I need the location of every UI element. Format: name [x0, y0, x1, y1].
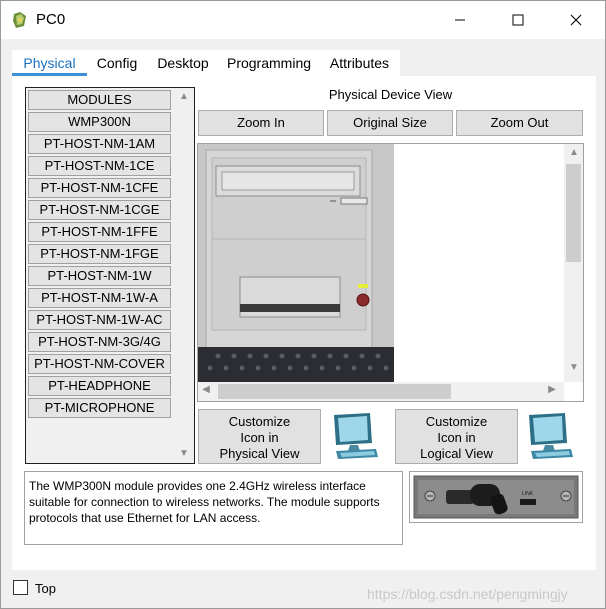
maximize-icon [512, 14, 524, 26]
zoom-out-button[interactable]: Zoom Out [456, 110, 583, 136]
tab-desktop[interactable]: Desktop [147, 50, 219, 76]
customize-logical-icon-button[interactable]: Customize Icon in Logical View [395, 409, 518, 464]
viewport-vertical-scrollbar[interactable]: ▲ ▼ [564, 144, 583, 382]
tab-config[interactable]: Config [87, 50, 147, 76]
minimize-icon [455, 19, 465, 21]
list-item[interactable]: PT-HOST-NM-1AM [28, 134, 171, 154]
tab-physical[interactable]: Physical [12, 50, 87, 76]
top-checkbox[interactable] [13, 580, 28, 595]
viewport-horizontal-scrollbar[interactable]: ◀ ▶ [198, 382, 564, 401]
list-item[interactable]: PT-HOST-NM-1W-A [28, 288, 171, 308]
list-item[interactable]: PT-HOST-NM-1CGE [28, 200, 171, 220]
customize-physical-icon-button[interactable]: Customize Icon in Physical View [198, 409, 321, 464]
scroll-up-icon[interactable]: ▲ [564, 147, 583, 158]
list-item[interactable]: PT-HOST-NM-1W [28, 266, 171, 286]
vertical-scroll-thumb[interactable] [566, 164, 581, 262]
list-item[interactable]: PT-HOST-NM-1CE [28, 156, 171, 176]
link-port-label: LINK [522, 491, 534, 497]
module-image: LINK [409, 471, 583, 523]
pc-tower-image [198, 144, 394, 382]
pc-monitor-icon [334, 413, 378, 459]
list-item[interactable]: PT-HOST-NM-1W-AC [28, 310, 171, 330]
tab-attributes[interactable]: Attributes [319, 50, 400, 76]
pc0-window: PC0 Physical Config Desktop Programming … [0, 0, 606, 609]
title-bar: PC0 [1, 1, 605, 39]
button-label: Customize [228, 414, 291, 429]
list-item[interactable]: PT-HOST-NM-1FFE [28, 222, 171, 242]
scroll-up-icon[interactable]: ▲ [174, 91, 194, 102]
close-icon [570, 14, 582, 26]
module-description: The WMP300N module provides one 2.4GHz w… [24, 471, 403, 545]
button-label: Physical View [219, 446, 300, 461]
zoom-in-button[interactable]: Zoom In [198, 110, 324, 136]
packet-tracer-app-icon [13, 12, 26, 28]
list-item[interactable]: PT-HOST-NM-COVER [28, 354, 171, 374]
scroll-down-icon[interactable]: ▼ [564, 362, 583, 373]
button-label: Icon in [240, 430, 279, 445]
list-item[interactable]: PT-HOST-NM-3G/4G [28, 332, 171, 352]
list-item[interactable]: PT-MICROPHONE [28, 398, 171, 418]
list-item[interactable]: PT-HEADPHONE [28, 376, 171, 396]
button-label: Customize [425, 414, 488, 429]
physical-device-viewport: ▲ ▼ ◀ ▶ [197, 143, 584, 402]
list-item[interactable]: WMP300N [28, 112, 171, 132]
close-button[interactable] [553, 1, 599, 39]
module-list: MODULES WMP300N PT-HOST-NM-1AM PT-HOST-N… [25, 87, 195, 464]
module-list-header: MODULES [28, 90, 171, 110]
original-size-button[interactable]: Original Size [327, 110, 453, 136]
minimize-button[interactable] [437, 1, 483, 39]
scroll-right-icon[interactable]: ▶ [544, 384, 560, 395]
horizontal-scroll-thumb[interactable] [218, 384, 451, 399]
window-title: PC0 [36, 11, 66, 28]
button-label: Logical View [420, 446, 493, 461]
pc-monitor-icon [529, 413, 573, 459]
maximize-button[interactable] [495, 1, 541, 39]
list-item[interactable]: PT-HOST-NM-1CFE [28, 178, 171, 198]
list-item[interactable]: PT-HOST-NM-1FGE [28, 244, 171, 264]
button-label: Icon in [437, 430, 476, 445]
wmp300n-module-icon: LINK [413, 475, 579, 519]
module-list-scrollbar[interactable]: ▲ ▼ [174, 88, 194, 463]
tab-programming[interactable]: Programming [219, 50, 319, 76]
physical-device-view-label: Physical Device View [328, 87, 453, 102]
watermark-text: https://blog.csdn.net/pengmingjy [367, 586, 568, 602]
top-checkbox-label: Top [35, 581, 56, 596]
scroll-left-icon[interactable]: ◀ [198, 384, 214, 395]
scroll-down-icon[interactable]: ▼ [174, 448, 194, 459]
